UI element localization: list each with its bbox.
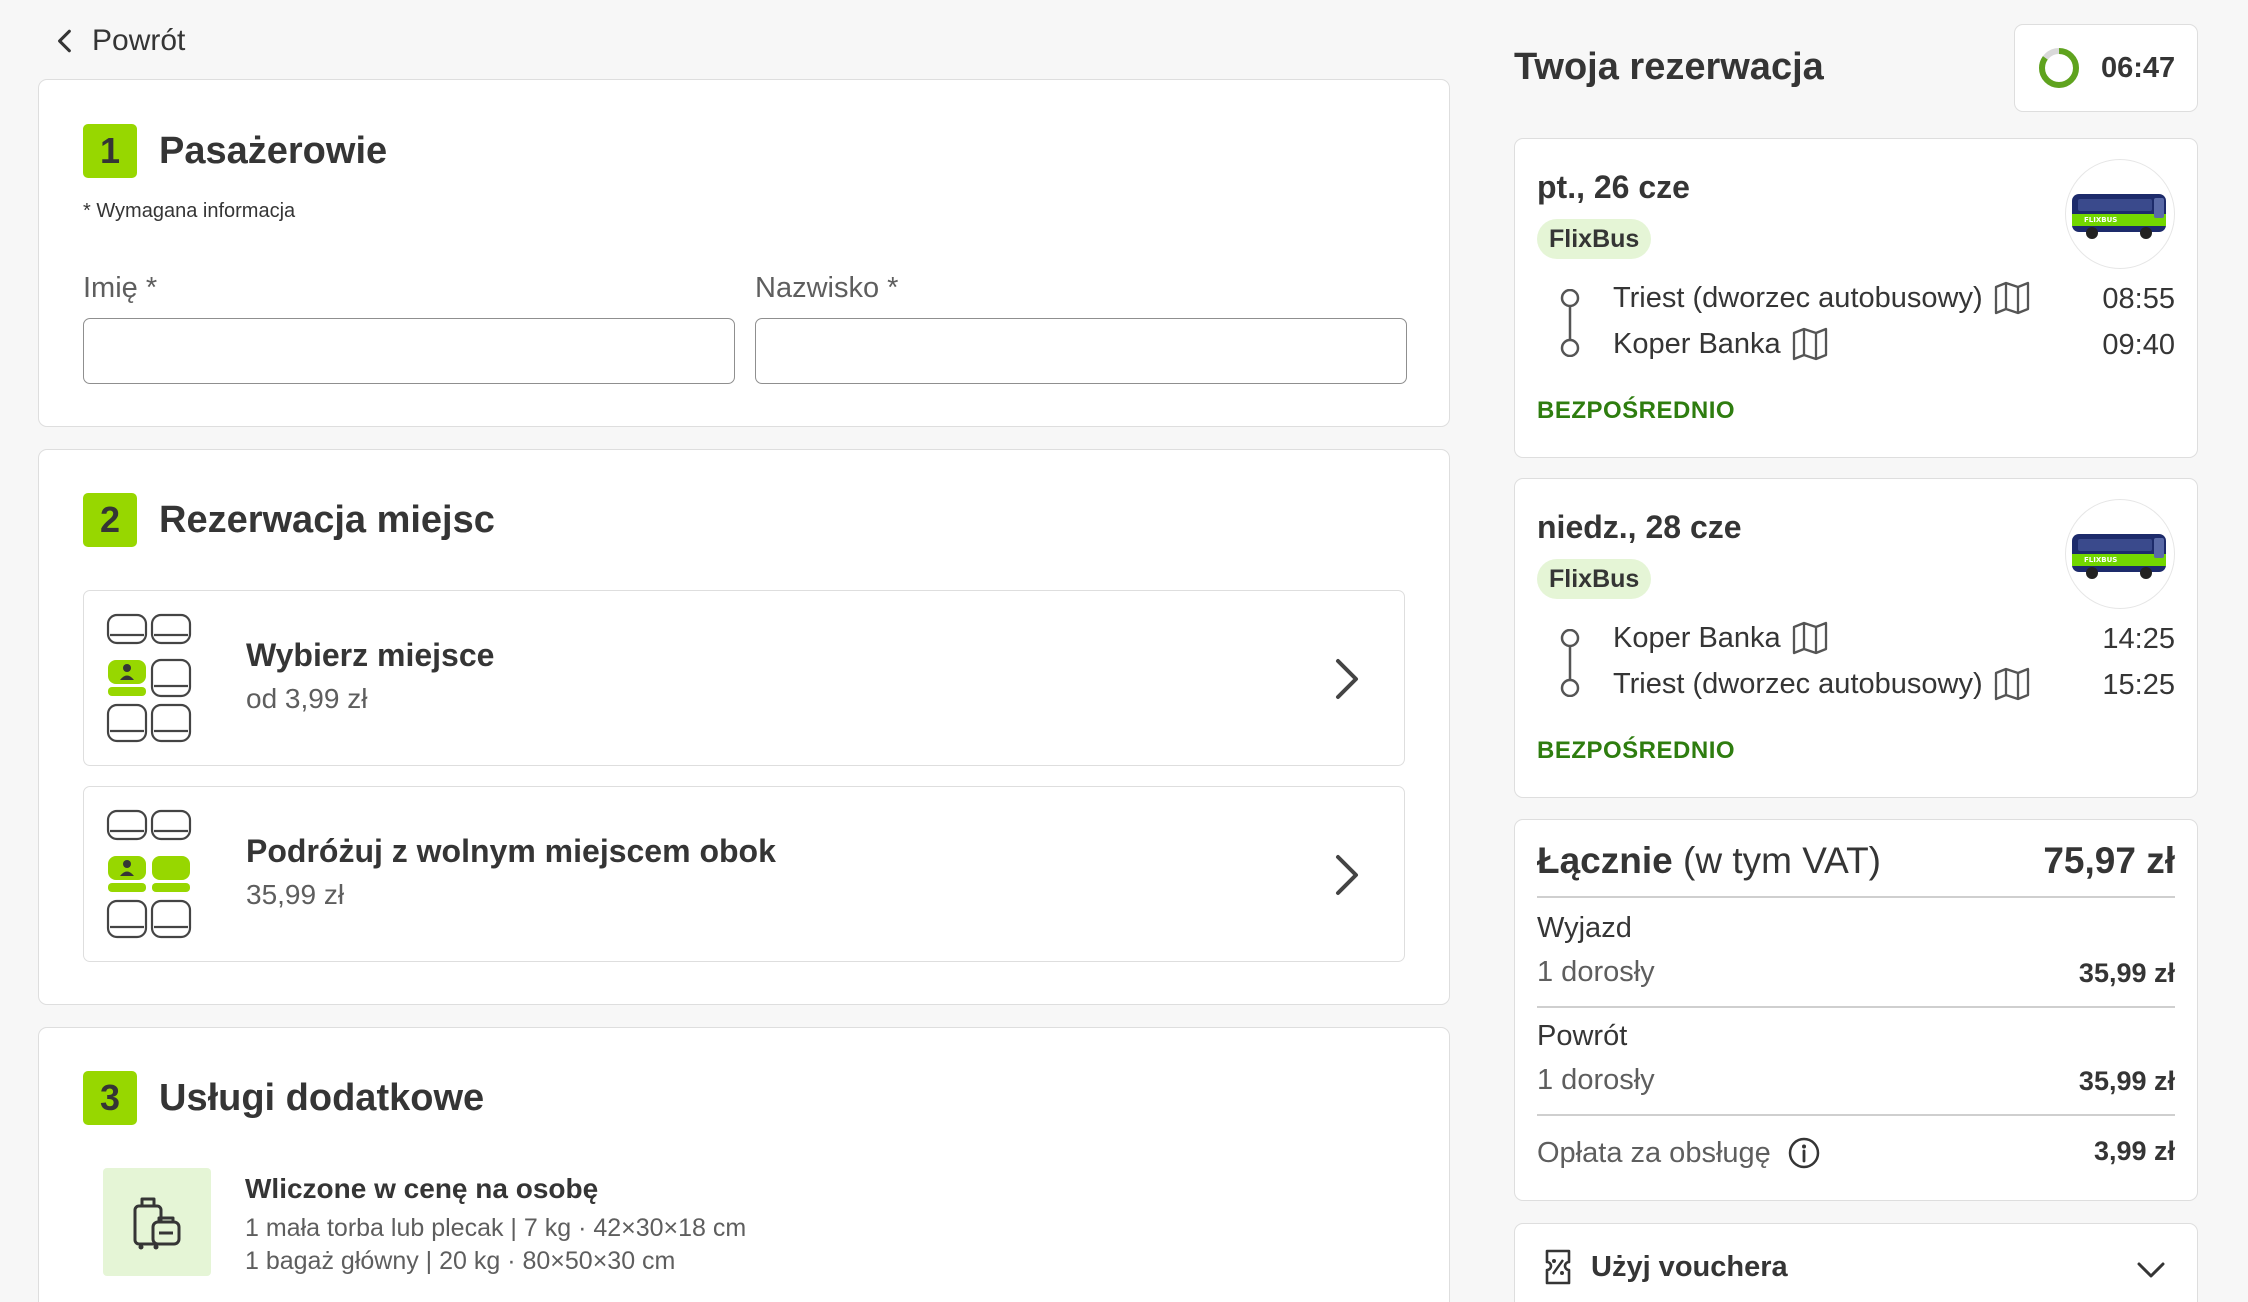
return-price: 35,99 zł xyxy=(2078,1066,2175,1096)
voucher-accordion[interactable]: Użyj vouchera xyxy=(1514,1223,2198,1302)
outbound-label: Wyjazd xyxy=(1537,912,1632,944)
total-price: 75,97 zł xyxy=(2043,840,2175,881)
seats-heading: 2 Rezerwacja miejsc xyxy=(83,493,495,547)
svg-text:FLIXBUS: FLIXBUS xyxy=(2084,216,2117,224)
stop-name: Koper Banka xyxy=(1613,327,1781,360)
empty-seat-next-option[interactable]: Podróżuj z wolnym miejscem obok 35,99 zł xyxy=(83,786,1405,962)
departure-stop: Koper Banka xyxy=(1613,619,1829,657)
back-link-label: Powrót xyxy=(92,24,186,57)
services-heading: 3 Usługi dodatkowe xyxy=(83,1071,484,1125)
option-price: od 3,99 zł xyxy=(246,683,368,714)
departure-stop: Triest (dworzec autobusowy) xyxy=(1613,279,2031,317)
service-fee-row: Opłata za obsługę xyxy=(1537,1136,1821,1170)
step-number: 3 xyxy=(83,1071,137,1125)
chevron-down-icon xyxy=(2137,1262,2165,1278)
divider xyxy=(1537,1006,2175,1008)
arrival-stop: Triest (dworzec autobusowy) xyxy=(1613,665,2031,703)
trip-date: pt., 26 cze xyxy=(1537,169,1690,205)
seat-map-icon xyxy=(106,809,192,939)
total-label-vat: (w tym VAT) xyxy=(1672,840,1881,881)
return-label: Powrót xyxy=(1537,1020,1628,1052)
included-line: 1 mała torba lub plecak | 7 kg · 42×30×1… xyxy=(245,1214,747,1242)
option-title: Podróżuj z wolnym miejscem obok xyxy=(246,833,776,869)
arrival-time: 15:25 xyxy=(2102,669,2175,701)
brand-badge: FlixBus xyxy=(1537,559,1652,599)
booking-summary-title: Twoja rezerwacja xyxy=(1514,46,1824,88)
info-icon[interactable] xyxy=(1787,1136,1821,1170)
service-fee-price: 3,99 zł xyxy=(2093,1136,2175,1166)
arrival-stop: Koper Banka xyxy=(1613,325,1829,363)
map-icon[interactable] xyxy=(1791,619,1829,657)
bus-image: FLIXBUS xyxy=(2065,159,2175,269)
stop-name: Triest (dworzec autobusowy) xyxy=(1613,281,1983,314)
passengers-section: 1 Pasażerowie * Wymagana informacja Imię… xyxy=(38,79,1450,427)
luggage-icon-box xyxy=(103,1168,211,1276)
required-info-note: * Wymagana informacja xyxy=(83,200,296,222)
direct-label: BEZPOŚREDNIO xyxy=(1537,737,1736,764)
total-label-main: Łącznie xyxy=(1537,840,1673,881)
voucher-header: Użyj vouchera xyxy=(1543,1248,1788,1286)
stop-name: Triest (dworzec autobusowy) xyxy=(1613,667,1983,700)
route-line-icon xyxy=(1560,629,1580,697)
bus-image: FLIXBUS xyxy=(2065,499,2175,609)
brand-badge: FlixBus xyxy=(1537,219,1652,259)
extra-services-section: 3 Usługi dodatkowe Wliczone w cenę na os… xyxy=(38,1027,1450,1302)
timer-value: 06:47 xyxy=(2101,51,2176,84)
service-fee-label: Opłata za obsługę xyxy=(1537,1136,1771,1169)
section-title: Pasażerowie xyxy=(159,129,388,172)
option-price: 35,99 zł xyxy=(246,879,345,910)
map-icon[interactable] xyxy=(1791,325,1829,363)
outbound-price: 35,99 zł xyxy=(2078,958,2175,988)
choose-seat-option[interactable]: Wybierz miejsce od 3,99 zł xyxy=(83,590,1405,766)
outbound-passengers: 1 dorosły xyxy=(1537,956,1655,988)
passengers-heading: 1 Pasażerowie xyxy=(83,124,387,178)
outbound-trip-card: pt., 26 cze FlixBus FLIXBUS Triest (dwor… xyxy=(1514,138,2198,458)
option-title: Wybierz miejsce xyxy=(246,637,495,673)
chevron-left-icon xyxy=(58,29,71,53)
back-link[interactable]: Powrót xyxy=(52,24,185,58)
chevron-right-icon xyxy=(1336,855,1358,895)
arrival-time: 09:40 xyxy=(2102,329,2175,361)
bus-icon: FLIXBUS xyxy=(2072,194,2166,239)
step-number: 1 xyxy=(83,124,137,178)
return-passengers: 1 dorosły xyxy=(1537,1064,1655,1096)
map-icon[interactable] xyxy=(1993,279,2031,317)
departure-time: 14:25 xyxy=(2102,623,2175,655)
total-label: Łącznie (w tym VAT) xyxy=(1537,840,1881,882)
section-title: Usługi dodatkowe xyxy=(159,1076,485,1119)
trip-date: niedz., 28 cze xyxy=(1537,509,1742,545)
included-title: Wliczone w cenę na osobę xyxy=(245,1173,599,1204)
svg-text:FLIXBUS: FLIXBUS xyxy=(2084,556,2117,564)
last-name-label: Nazwisko * xyxy=(755,272,899,304)
last-name-input[interactable] xyxy=(755,318,1407,384)
map-icon[interactable] xyxy=(1993,665,2031,703)
included-line: 1 bagaż główny | 20 kg · 80×50×30 cm xyxy=(245,1247,676,1275)
chevron-right-icon xyxy=(1336,659,1358,699)
total-row: Łącznie (w tym VAT) 75,97 zł xyxy=(1537,840,2175,882)
stop-name: Koper Banka xyxy=(1613,621,1781,654)
timer-ring-icon xyxy=(2039,48,2079,88)
reservation-timer: 06:47 xyxy=(2014,24,2198,112)
direct-label: BEZPOŚREDNIO xyxy=(1537,397,1736,424)
first-name-label: Imię * xyxy=(83,272,158,304)
price-summary-card: Łącznie (w tym VAT) 75,97 zł Wyjazd 1 do… xyxy=(1514,819,2198,1201)
voucher-icon xyxy=(1545,1249,1571,1285)
first-name-input[interactable] xyxy=(83,318,735,384)
return-trip-card: niedz., 28 cze FlixBus FLIXBUS Koper Ban… xyxy=(1514,478,2198,798)
seat-map-icon xyxy=(106,613,192,743)
seat-reservation-section: 2 Rezerwacja miejsc Wybierz miejsce od 3… xyxy=(38,449,1450,1005)
section-title: Rezerwacja miejsc xyxy=(159,498,495,541)
voucher-label: Użyj vouchera xyxy=(1591,1250,1788,1283)
divider xyxy=(1537,1114,2175,1116)
step-number: 2 xyxy=(83,493,137,547)
luggage-icon xyxy=(133,1197,181,1250)
route-line-icon xyxy=(1560,289,1580,357)
bus-icon: FLIXBUS xyxy=(2072,534,2166,579)
divider xyxy=(1537,896,2175,898)
departure-time: 08:55 xyxy=(2102,283,2175,315)
